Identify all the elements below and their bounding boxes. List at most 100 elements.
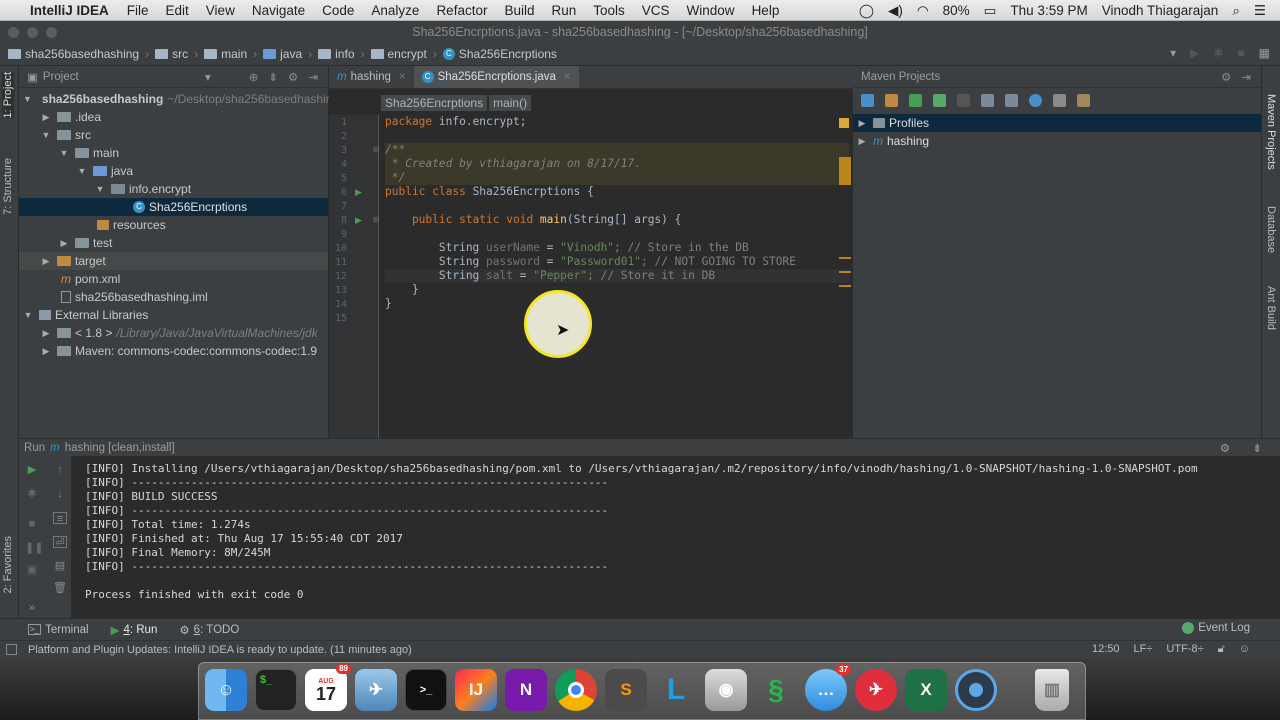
menu-file[interactable]: File	[127, 3, 149, 18]
zoom-window-button[interactable]	[46, 27, 57, 38]
minimize-window-button[interactable]	[27, 27, 38, 38]
gear-icon[interactable]: ⚙	[1221, 70, 1231, 84]
print-icon[interactable]: ▤	[53, 560, 67, 572]
expanded-arrow-icon[interactable]: ▼	[77, 166, 87, 176]
menu-run[interactable]: Run	[552, 3, 577, 18]
warning-mark[interactable]	[839, 271, 851, 273]
dump-threads-icon[interactable]: ▣	[25, 564, 39, 576]
breadcrumb-class[interactable]: C Sha256Encrptions	[442, 47, 557, 61]
close-tab-icon[interactable]: ×	[564, 71, 571, 83]
tree-node-iml[interactable]: sha256basedhashing.iml	[19, 288, 328, 306]
fold-icon[interactable]: ⊟	[373, 145, 380, 154]
tree-node-external-libraries[interactable]: ▼ External Libraries	[19, 306, 328, 324]
add-icon[interactable]	[933, 94, 946, 107]
warning-mark[interactable]	[839, 157, 851, 185]
run-class-icon[interactable]: ▶	[355, 187, 362, 198]
gear-icon[interactable]: ⚙	[288, 70, 298, 84]
tool-structure-tab[interactable]: 7: Structure	[2, 158, 14, 215]
hide-panel-icon[interactable]: ⇥	[308, 70, 318, 84]
tree-node-project-root[interactable]: ▼ sha256basedhashing ~/Desktop/sha256based…	[19, 90, 339, 108]
show-dependencies-icon[interactable]	[1029, 94, 1042, 107]
clear-all-icon[interactable]: 🗑	[53, 582, 67, 594]
stop-icon[interactable]: ■	[1237, 46, 1244, 60]
close-window-button[interactable]	[8, 27, 19, 38]
terminal-app-icon[interactable]: $_	[255, 669, 297, 711]
tree-node-package[interactable]: ▼ info.encrypt	[19, 180, 328, 198]
notification-center-icon[interactable]: ☰	[1254, 3, 1266, 19]
code-breadcrumb-class[interactable]: Sha256Encrptions	[381, 95, 488, 111]
close-tab-icon[interactable]: ×	[399, 71, 406, 83]
finder-icon[interactable]: ☺	[205, 669, 247, 711]
menu-analyze[interactable]: Analyze	[371, 3, 419, 18]
project-structure-icon[interactable]: ▦	[1259, 46, 1270, 60]
warning-mark[interactable]	[839, 285, 851, 287]
breadcrumb-project[interactable]: sha256basedhashing ›	[8, 47, 149, 61]
tool-favorites-tab[interactable]: 2: Favorites	[2, 536, 14, 593]
user-name[interactable]: Vinodh Thiagarajan	[1102, 3, 1219, 18]
tool-database-tab[interactable]: Database	[1265, 206, 1277, 253]
project-panel-title[interactable]: Project	[43, 71, 79, 83]
tab-sha256encrptions[interactable]: C Sha256Encrptions.java ×	[413, 66, 579, 88]
maven-settings-icon[interactable]	[1077, 94, 1090, 107]
menu-window[interactable]: Window	[687, 3, 735, 18]
scrivener-icon[interactable]: §	[755, 669, 797, 711]
menu-tools[interactable]: Tools	[593, 3, 625, 18]
run-goal-icon[interactable]	[957, 94, 970, 107]
rerun-icon[interactable]: ▶	[25, 464, 39, 476]
expanded-arrow-icon[interactable]: ▼	[23, 94, 32, 104]
tree-node-java[interactable]: ▼ java	[19, 162, 328, 180]
menu-refactor[interactable]: Refactor	[436, 3, 487, 18]
expanded-arrow-icon[interactable]: ▼	[59, 148, 69, 158]
expanded-arrow-icon[interactable]: ▼	[41, 130, 51, 140]
generate-sources-icon[interactable]	[885, 94, 898, 107]
collapsed-arrow-icon[interactable]: ▶	[59, 238, 69, 249]
battery-icon[interactable]: ▭	[984, 3, 997, 19]
run-config-dropdown-icon[interactable]: ▾	[1170, 46, 1176, 60]
run-icon[interactable]: ▶	[1190, 46, 1199, 60]
onenote-icon[interactable]: N	[505, 669, 547, 711]
airmail-icon[interactable]: ✈	[855, 669, 897, 711]
breadcrumb-src[interactable]: src ›	[155, 47, 198, 61]
collapse-all-icon[interactable]	[1053, 94, 1066, 107]
collapsed-arrow-icon[interactable]: ▶	[41, 256, 51, 267]
clock[interactable]: Thu 3:59 PM	[1010, 3, 1087, 18]
toggle-tree-icon[interactable]: ≡	[53, 512, 67, 525]
trash-icon[interactable]: ▥	[1035, 669, 1069, 711]
tool-maven-projects-tab[interactable]: Maven Projects	[1265, 94, 1277, 170]
collapsed-arrow-icon[interactable]: ▶	[41, 112, 51, 123]
collapsed-arrow-icon[interactable]: ▶	[41, 328, 51, 339]
gear-icon[interactable]: ⚙	[1220, 441, 1230, 455]
tab-run[interactable]: ▶ 4: Run	[111, 623, 158, 637]
spotlight-icon[interactable]: ⌕	[1232, 3, 1240, 19]
status-message[interactable]: Platform and Plugin Updates: IntelliJ ID…	[28, 644, 412, 656]
tree-node-commons-codec[interactable]: ▶ Maven: commons-codec:commons-codec:1.9	[19, 342, 328, 360]
reimport-icon[interactable]	[861, 94, 874, 107]
soft-wrap-icon[interactable]: ⏎	[53, 536, 67, 549]
tool-project-tab[interactable]: 1: Project	[2, 72, 14, 119]
debug-icon[interactable]: ✱	[1213, 46, 1223, 60]
view-mode-dropdown-icon[interactable]: ▾	[205, 70, 211, 84]
tree-node-target[interactable]: ▶ target	[19, 252, 328, 270]
inspector-icon[interactable]: ☺	[1239, 643, 1250, 656]
menu-build[interactable]: Build	[504, 3, 534, 18]
app-menu[interactable]: IntelliJ IDEA	[30, 3, 109, 18]
tool-windows-toggle-icon[interactable]	[6, 644, 17, 655]
breadcrumb-encrypt[interactable]: encrypt ›	[370, 47, 437, 61]
tool-ant-build-tab[interactable]: Ant Build	[1265, 286, 1277, 330]
intellij-icon[interactable]: IJ	[455, 669, 497, 711]
calendar-icon[interactable]: AUG 17 89	[305, 664, 351, 711]
download-icon[interactable]	[909, 94, 922, 107]
tree-node-class[interactable]: C Sha256Encrptions	[19, 198, 328, 216]
volume-icon[interactable]: ◀)	[888, 3, 903, 19]
screen-recorder-icon[interactable]	[955, 669, 997, 711]
breadcrumb-main[interactable]: main ›	[204, 47, 257, 61]
tree-node-test[interactable]: ▶ test	[19, 234, 328, 252]
tree-node-src[interactable]: ▼ src	[19, 126, 328, 144]
menu-help[interactable]: Help	[752, 3, 780, 18]
event-log-button[interactable]: Event Log	[1182, 622, 1250, 634]
battery-percent[interactable]: 80%	[943, 3, 970, 18]
window-controls[interactable]	[8, 27, 57, 38]
menu-edit[interactable]: Edit	[166, 3, 189, 18]
excel-icon[interactable]: X	[905, 669, 947, 711]
skip-tests-icon[interactable]	[1005, 94, 1018, 107]
